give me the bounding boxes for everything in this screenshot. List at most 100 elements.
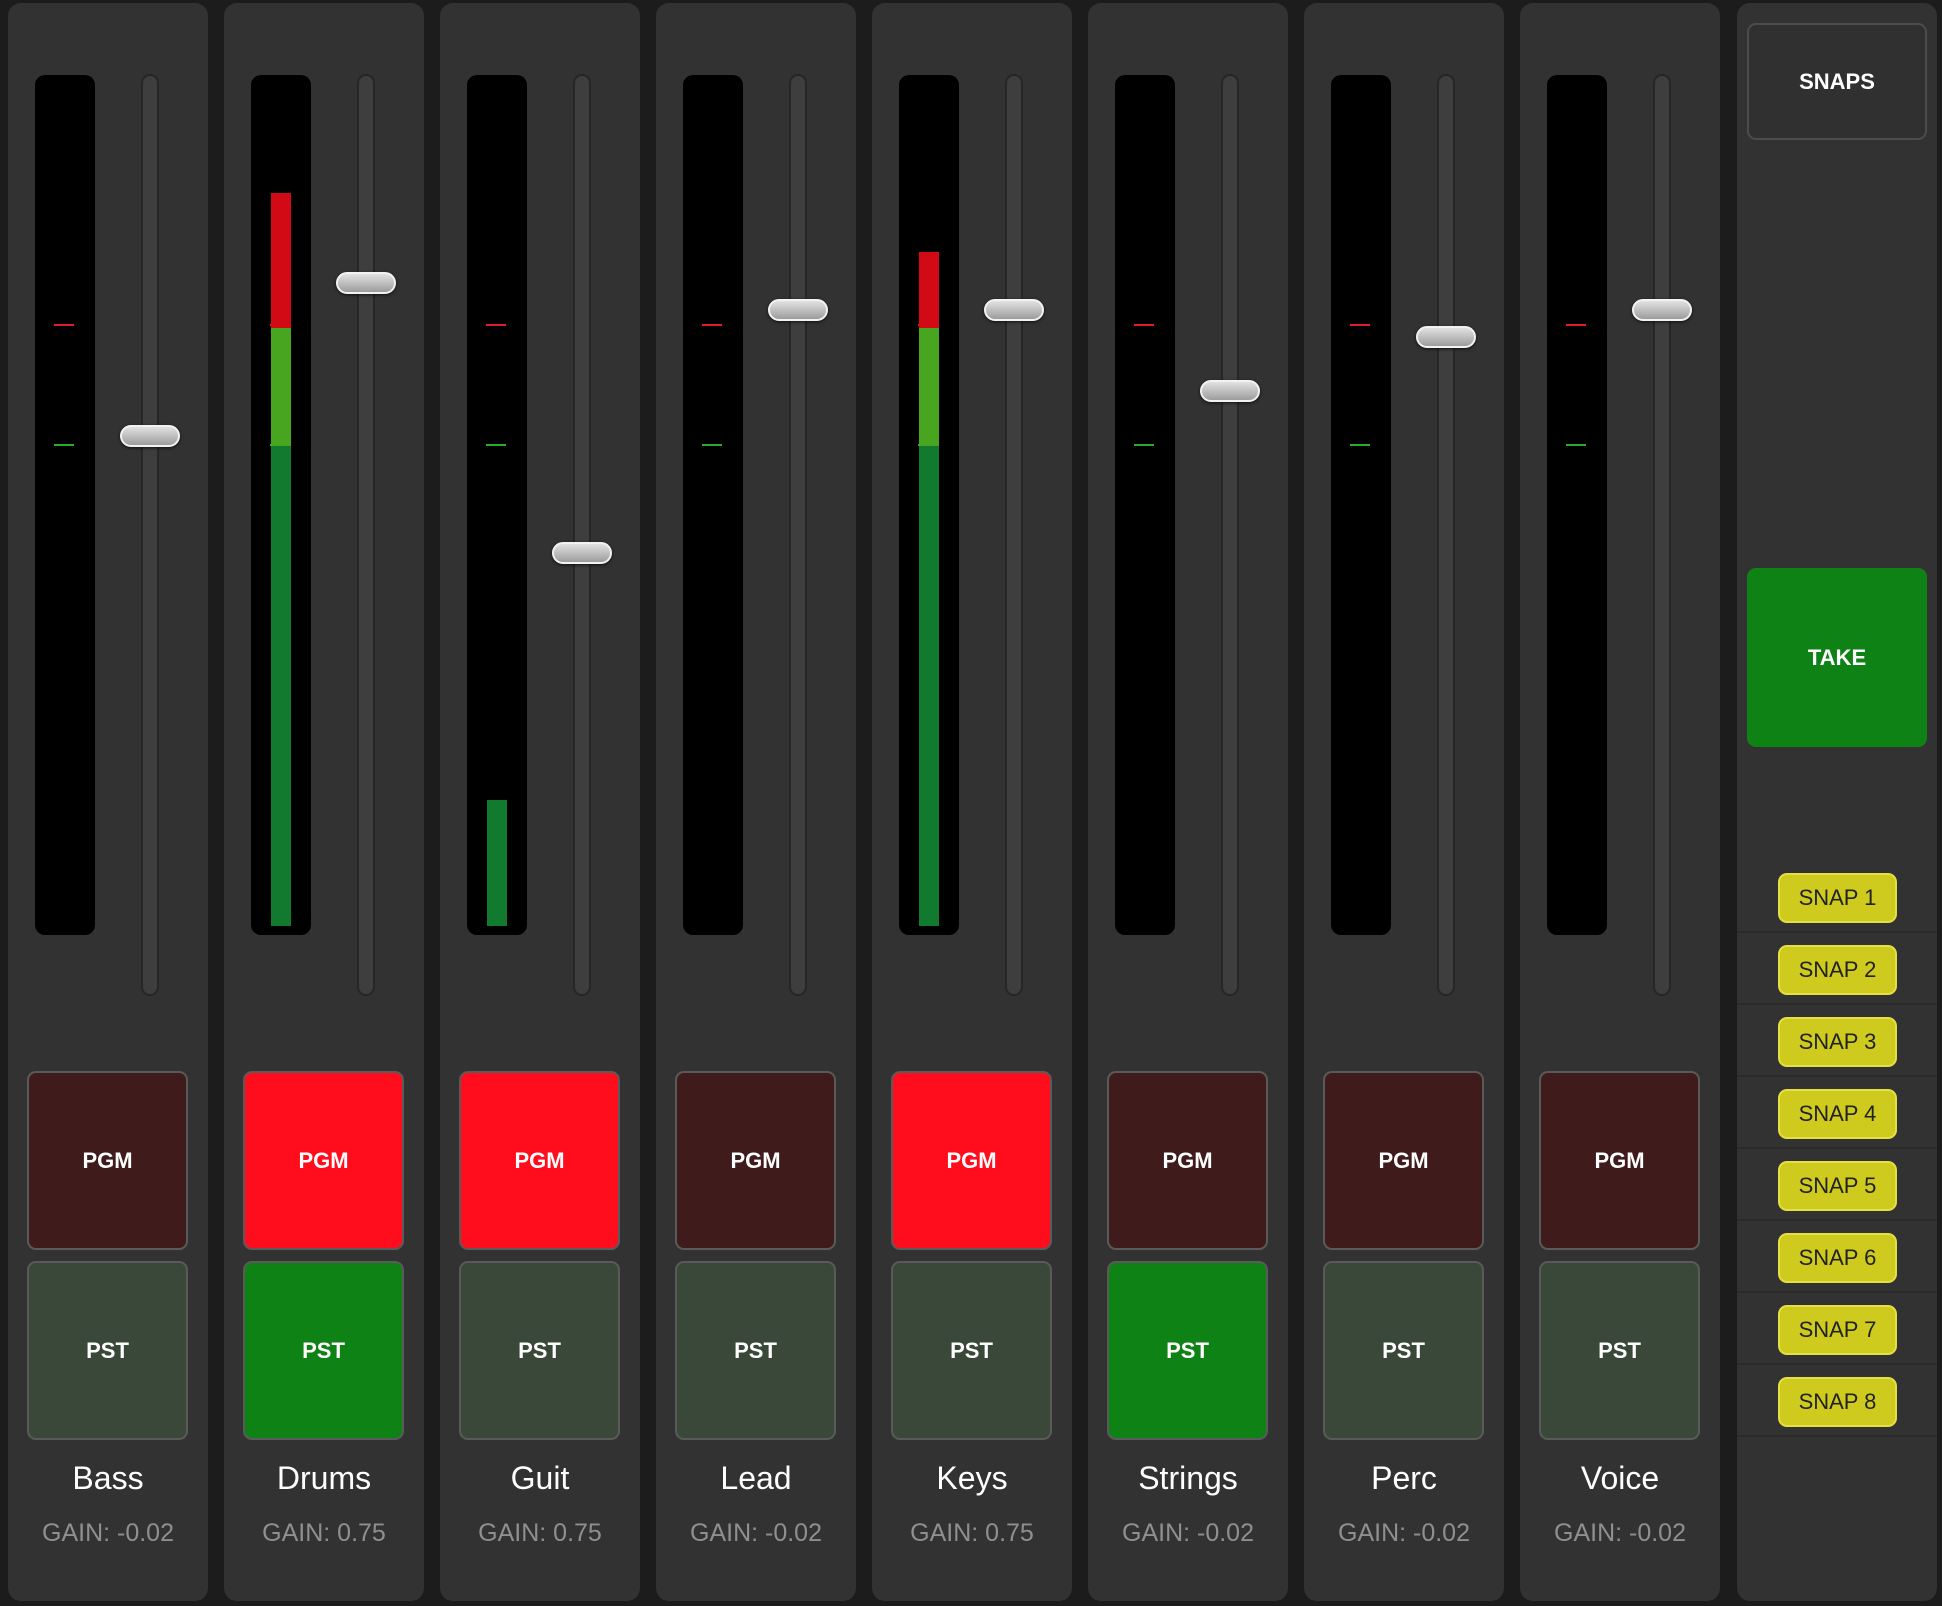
pgm-button[interactable]: PGM — [243, 1071, 404, 1250]
meter-peak-marker — [486, 324, 506, 326]
fader-handle[interactable] — [1200, 380, 1260, 402]
fader-track[interactable] — [573, 74, 591, 996]
snaps-header: SNAPS — [1747, 23, 1927, 140]
channel-strip-keys: PGM PST Keys GAIN: 0.75 — [872, 3, 1072, 1601]
fader-handle[interactable] — [1416, 326, 1476, 348]
snap-row: SNAP 5 — [1737, 1149, 1937, 1221]
pst-button[interactable]: PST — [243, 1261, 404, 1440]
gain-readout: GAIN: -0.02 — [42, 1519, 174, 1547]
pgm-button[interactable]: PGM — [1323, 1071, 1484, 1250]
mixer-app: PGM PST Bass GAIN: -0.02 PGM PST Drums GAIN: 0.… — [0, 0, 1942, 1606]
channel-name: Voice — [1580, 1460, 1660, 1496]
fader-track[interactable] — [1005, 74, 1023, 996]
pgm-button[interactable]: PGM — [27, 1071, 188, 1250]
channel-strip-drums: PGM PST Drums GAIN: 0.75 — [224, 3, 424, 1601]
meter-peak-marker — [1134, 324, 1154, 326]
pst-button[interactable]: PST — [1323, 1261, 1484, 1440]
fader-track[interactable] — [357, 74, 375, 996]
channel-strip-lead: PGM PST Lead GAIN: -0.02 — [656, 3, 856, 1601]
meter-bar — [271, 193, 291, 926]
level-meter — [251, 75, 311, 935]
fader-handle[interactable] — [984, 299, 1044, 321]
meter-peak-marker — [54, 324, 74, 326]
meter-nominal-marker — [486, 444, 506, 446]
meter-peak-marker — [1566, 324, 1586, 326]
snap-button-2[interactable]: SNAP 2 — [1778, 945, 1897, 995]
fader-handle[interactable] — [768, 299, 828, 321]
channel-strip-voice: PGM PST Voice GAIN: -0.02 — [1520, 3, 1720, 1601]
snap-button-7[interactable]: SNAP 7 — [1778, 1305, 1897, 1355]
channel-name: Strings — [1138, 1460, 1238, 1496]
snap-list: SNAP 1 SNAP 2 SNAP 3 SNAP 4 SNAP 5 SNAP 6 SNAP… — [1737, 861, 1937, 1437]
take-button[interactable]: TAKE — [1747, 568, 1927, 747]
snap-row: SNAP 8 — [1737, 1365, 1937, 1437]
channel-name: Perc — [1371, 1460, 1437, 1496]
channel-name: Guit — [510, 1460, 570, 1496]
gain-readout: GAIN: 0.75 — [262, 1519, 386, 1547]
snap-button-3[interactable]: SNAP 3 — [1778, 1017, 1897, 1067]
fader-track[interactable] — [1221, 74, 1239, 996]
fader-track[interactable] — [1653, 74, 1671, 996]
meter-bar — [487, 800, 507, 926]
snap-row: SNAP 4 — [1737, 1077, 1937, 1149]
pgm-button[interactable]: PGM — [891, 1071, 1052, 1250]
channel-name: Lead — [720, 1460, 792, 1496]
gain-readout: GAIN: -0.02 — [690, 1519, 822, 1547]
level-meter — [1547, 75, 1607, 935]
fader-handle[interactable] — [336, 272, 396, 294]
level-meter — [683, 75, 743, 935]
channel-strip-guit: PGM PST Guit GAIN: 0.75 — [440, 3, 640, 1601]
fader-track[interactable] — [1437, 74, 1455, 996]
level-meter — [899, 75, 959, 935]
channel-strip-perc: PGM PST Perc GAIN: -0.02 — [1304, 3, 1504, 1601]
level-meter — [1115, 75, 1175, 935]
meter-peak-marker — [702, 324, 722, 326]
channel-strip-bass: PGM PST Bass GAIN: -0.02 — [8, 3, 208, 1601]
pst-button[interactable]: PST — [459, 1261, 620, 1440]
channel-name: Bass — [72, 1460, 144, 1496]
fader-track[interactable] — [789, 74, 807, 996]
meter-nominal-marker — [1134, 444, 1154, 446]
gain-readout: GAIN: -0.02 — [1554, 1519, 1686, 1547]
gain-readout: GAIN: -0.02 — [1122, 1519, 1254, 1547]
snap-button-1[interactable]: SNAP 1 — [1778, 873, 1897, 923]
pgm-button[interactable]: PGM — [1539, 1071, 1700, 1250]
snap-button-8[interactable]: SNAP 8 — [1778, 1377, 1897, 1427]
snap-row: SNAP 3 — [1737, 1005, 1937, 1077]
snap-button-4[interactable]: SNAP 4 — [1778, 1089, 1897, 1139]
level-meter — [35, 75, 95, 935]
snaps-panel: SNAPS TAKE SNAP 1 SNAP 2 SNAP 3 SNAP 4 SNAP … — [1737, 3, 1937, 1601]
pst-button[interactable]: PST — [891, 1261, 1052, 1440]
snap-button-6[interactable]: SNAP 6 — [1778, 1233, 1897, 1283]
channel-name: Drums — [276, 1460, 372, 1496]
meter-nominal-marker — [1350, 444, 1370, 446]
snap-row: SNAP 1 — [1737, 861, 1937, 933]
gain-readout: GAIN: -0.02 — [1338, 1519, 1470, 1547]
meter-bar — [919, 252, 939, 926]
channel-name: Keys — [936, 1460, 1008, 1496]
pst-button[interactable]: PST — [675, 1261, 836, 1440]
pst-button[interactable]: PST — [1107, 1261, 1268, 1440]
pgm-button[interactable]: PGM — [1107, 1071, 1268, 1250]
snap-row: SNAP 7 — [1737, 1293, 1937, 1365]
pst-button[interactable]: PST — [1539, 1261, 1700, 1440]
gain-readout: GAIN: 0.75 — [478, 1519, 602, 1547]
meter-nominal-marker — [702, 444, 722, 446]
fader-handle[interactable] — [120, 425, 180, 447]
snap-row: SNAP 2 — [1737, 933, 1937, 1005]
level-meter — [467, 75, 527, 935]
snap-button-5[interactable]: SNAP 5 — [1778, 1161, 1897, 1211]
pgm-button[interactable]: PGM — [675, 1071, 836, 1250]
pst-button[interactable]: PST — [27, 1261, 188, 1440]
snap-row: SNAP 6 — [1737, 1221, 1937, 1293]
gain-readout: GAIN: 0.75 — [910, 1519, 1034, 1547]
fader-track[interactable] — [141, 74, 159, 996]
meter-nominal-marker — [54, 444, 74, 446]
pgm-button[interactable]: PGM — [459, 1071, 620, 1250]
meter-peak-marker — [1350, 324, 1370, 326]
meter-nominal-marker — [1566, 444, 1586, 446]
channel-strip-strings: PGM PST Strings GAIN: -0.02 — [1088, 3, 1288, 1601]
level-meter — [1331, 75, 1391, 935]
fader-handle[interactable] — [552, 542, 612, 564]
fader-handle[interactable] — [1632, 299, 1692, 321]
